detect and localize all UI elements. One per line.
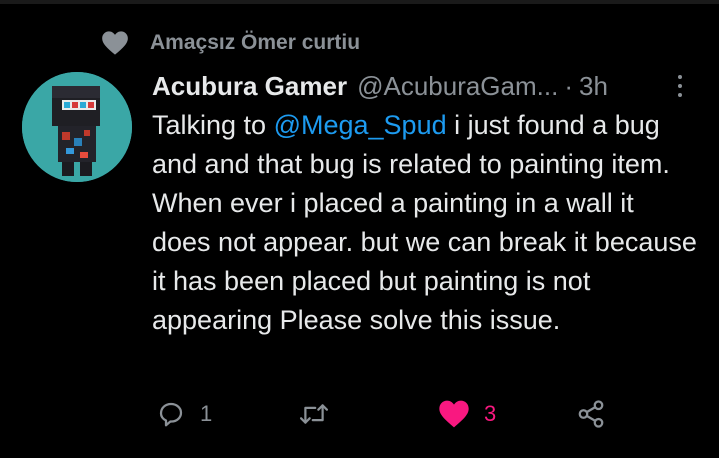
retweet-button[interactable] (298, 392, 344, 436)
avatar-image (22, 72, 132, 182)
heart-filled-icon (438, 399, 470, 429)
share-icon (576, 399, 606, 429)
reply-count: 1 (200, 401, 213, 426)
heart-icon (100, 28, 130, 58)
social-context-label: Amaçsız Ömer curtiu (150, 31, 361, 54)
reply-icon (156, 399, 186, 429)
separator-dot: · (564, 70, 573, 101)
tweet-text: Talking to @Mega_Spud i just found a bug… (152, 106, 697, 340)
mention-link[interactable]: @Mega_Spud (274, 110, 447, 140)
tweet-text-start: Talking to (152, 110, 274, 140)
tweet-frame: Amaçsız Ömer curtiu Acubura Gamer @Acubu… (0, 0, 719, 458)
more-vertical-icon[interactable] (666, 70, 694, 102)
tweet-time[interactable]: 3h (579, 71, 608, 102)
tweet-header: Acubura Gamer @AcuburaGam... · 3h (152, 66, 702, 106)
share-button[interactable] (576, 392, 606, 436)
social-context[interactable]: Amaçsız Ömer curtiu (100, 26, 360, 60)
like-count: 3 (484, 401, 497, 426)
tweet-text-rest: i just found a bug and and that bug is r… (152, 110, 697, 335)
reply-button[interactable]: 1 (156, 392, 212, 436)
avatar[interactable] (22, 72, 132, 182)
like-button[interactable]: 3 (438, 392, 496, 436)
tweet-actions: 1 3 (152, 392, 632, 436)
author-name[interactable]: Acubura Gamer (152, 71, 347, 102)
author-handle[interactable]: @AcuburaGam... (357, 71, 558, 102)
top-divider (0, 0, 719, 4)
retweet-icon (298, 399, 330, 429)
